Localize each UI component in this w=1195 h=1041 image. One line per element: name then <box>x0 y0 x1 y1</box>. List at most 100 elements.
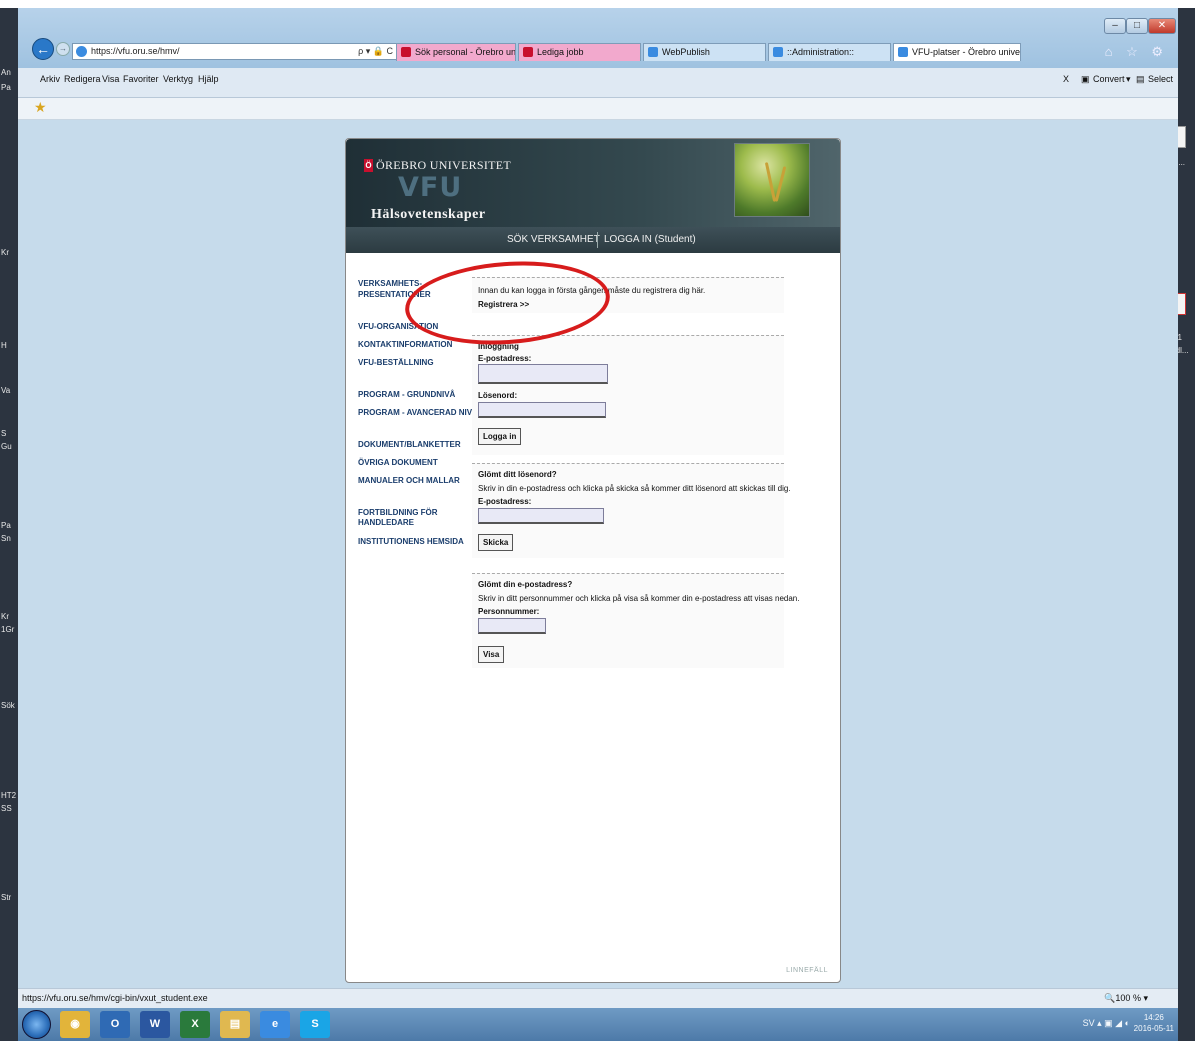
menu-bar: Arkiv Redigera Visa Favoriter Verktyg Hj… <box>18 68 1178 98</box>
back-button[interactable]: ← <box>32 38 54 60</box>
forgot-password-email-input[interactable] <box>478 508 604 524</box>
desktop-left-fragment: SS <box>1 804 12 813</box>
login-button[interactable]: Logga in <box>478 428 522 445</box>
tab-1[interactable]: Lediga jobb <box>518 43 641 61</box>
sidebar-item-dokument-blanketter[interactable]: DOKUMENT/BLANKETTER <box>358 440 461 450</box>
convert-button[interactable]: Convert <box>1093 74 1125 84</box>
tab-3[interactable]: ::Administration:: <box>768 43 891 61</box>
taskbar-word-icon[interactable]: W <box>140 1011 170 1038</box>
personnummer-input[interactable] <box>478 618 546 634</box>
tab-2[interactable]: WebPublish <box>643 43 766 61</box>
menu-hjalp[interactable]: Hjälp <box>198 74 219 84</box>
desktop-left-fragment: Pa <box>1 83 11 92</box>
taskbar-excel-icon[interactable]: X <box>180 1011 210 1038</box>
zoom-icon: 🔍 <box>1104 993 1116 1003</box>
vfu-site: Ö ÖREBRO UNIVERSITET VFU Hälsovetenskape… <box>345 138 841 983</box>
login-panel: Inloggning E-postadress: Lösenord: Logga… <box>472 335 784 455</box>
minimize-button[interactable]: ‒ <box>1104 18 1126 34</box>
tab-label: VFU-platser - Örebro univer... <box>912 47 1021 57</box>
sidebar-item-program-avancerad[interactable]: PROGRAM - AVANCERAD NIVÅ <box>358 408 478 418</box>
sidebar-item-program-grundniva[interactable]: PROGRAM - GRUNDNIVÅ <box>358 390 455 400</box>
tab-4[interactable]: VFU-platser - Örebro univer...× <box>893 43 1021 61</box>
taskbar-explorer-icon[interactable]: ▤ <box>220 1011 250 1038</box>
zoom-dropdown-icon[interactable]: ▾ <box>1143 993 1148 1003</box>
send-button[interactable]: Skicka <box>478 534 514 551</box>
browser-window: ← → https://vfu.oru.se/hmv/ ρ ▾ 🔒 C Sök … <box>18 8 1178 1041</box>
zoom-level[interactable]: 🔍100 % ▾ <box>1104 993 1148 1004</box>
desktop-left-fragment: S <box>1 429 7 438</box>
desktop-left-fragment: An <box>1 68 11 77</box>
forgot-password-text: Skriv in din e-postadress och klicka på … <box>478 484 791 493</box>
site-footer: LINNEFÄLL <box>786 967 828 974</box>
top-navigation: SÖK VERKSAMHET LOGGA IN (Student) <box>346 227 840 253</box>
desktop-left-fragment: Va <box>1 386 11 395</box>
clock[interactable]: 14:26 2016-05-11 <box>1134 1012 1174 1034</box>
login-email-input[interactable] <box>478 364 608 384</box>
clock-date: 2016-05-11 <box>1133 1024 1174 1033</box>
desktop-left-fragment: HT2 <box>1 791 17 800</box>
forgot-password-email-label: E-postadress: <box>478 497 532 506</box>
system-tray[interactable]: SV ▴ ▣ ◢ ◐ <box>1083 1018 1130 1029</box>
start-button[interactable] <box>22 1010 51 1039</box>
home-favorites-settings-icons[interactable]: ⌂ ☆ ⚙ <box>1105 44 1168 60</box>
sidebar-item-vfu-bestallning[interactable]: VFU-BESTÄLLNING <box>358 358 434 368</box>
desktop-left-edge: An Pa Kr H Va S Gu Pa Sn Kr 1Gr Sök HT2 SS Str <box>0 8 18 1041</box>
forgot-email-title: Glömt din e-postadress? <box>478 580 573 589</box>
nav-logga-in-student[interactable]: LOGGA IN (Student) <box>604 234 696 245</box>
menu-verktyg[interactable]: Verktyg <box>163 74 193 84</box>
forward-button[interactable]: → <box>56 42 70 56</box>
menu-favoriter[interactable]: Favoriter <box>123 74 159 84</box>
ie-icon <box>773 47 783 57</box>
status-bar: https://vfu.oru.se/hmv/cgi-bin/vxut_stud… <box>18 988 1178 1008</box>
taskbar-skype-icon[interactable]: S <box>300 1011 330 1038</box>
forgot-email-text: Skriv in ditt personnummer och klicka på… <box>478 594 800 603</box>
favorites-bar: ★ <box>18 98 1178 120</box>
tab-label: Sök personal - Örebro universi... <box>415 47 516 57</box>
address-tools[interactable]: ρ ▾ 🔒 C <box>358 44 393 59</box>
login-email-label: E-postadress: <box>478 354 532 363</box>
convert-close[interactable]: X <box>1063 74 1069 84</box>
sidebar-item-manualer-mallar[interactable]: MANUALER OCH MALLAR <box>358 476 460 486</box>
browser-titlebar: ← → https://vfu.oru.se/hmv/ ρ ▾ 🔒 C Sök … <box>18 8 1178 68</box>
clock-time: 14:26 <box>1143 1013 1164 1022</box>
desktop-left-fragment: Kr <box>1 612 9 621</box>
plant-stem <box>774 166 787 202</box>
favorites-star-icon[interactable]: ★ <box>34 99 47 116</box>
select-button[interactable]: Select <box>1148 74 1173 84</box>
sidebar-item-verksamhets[interactable]: VERKSAMHETS- <box>358 279 422 289</box>
menu-redigera[interactable]: Redigera <box>64 74 101 84</box>
menu-visa[interactable]: Visa <box>102 74 119 84</box>
select-icon: ▤ <box>1136 74 1145 84</box>
page-viewport: Ö ÖREBRO UNIVERSITET VFU Hälsovetenskape… <box>18 120 1178 988</box>
forgot-email-panel: Glömt din e-postadress? Skriv in ditt pe… <box>472 573 799 668</box>
login-password-input[interactable] <box>478 402 606 418</box>
oru-icon <box>401 47 411 57</box>
taskbar-outlook-icon[interactable]: O <box>100 1011 130 1038</box>
maximize-button[interactable]: □ <box>1126 18 1148 34</box>
tab-label: WebPublish <box>662 47 710 57</box>
taskbar-internet-explorer-icon[interactable]: e <box>260 1011 290 1038</box>
nav-sok-verksamhet[interactable]: SÖK VERKSAMHET <box>507 234 600 245</box>
tab-label: ::Administration:: <box>787 47 855 57</box>
tab-0[interactable]: Sök personal - Örebro universi... <box>396 43 516 61</box>
nav-separator <box>597 232 598 248</box>
sidebar-item-fortbildning[interactable]: FORTBILDNING FÖR <box>358 508 438 518</box>
sidebar-item-ovriga-dokument[interactable]: ÖVRIGA DOKUMENT <box>358 458 438 468</box>
tab-label: Lediga jobb <box>537 47 584 57</box>
forgot-password-title: Glömt ditt lösenord? <box>478 470 557 479</box>
ie-icon <box>76 46 87 57</box>
convert-dropdown-icon[interactable]: ▾ <box>1126 74 1131 85</box>
show-button[interactable]: Visa <box>478 646 505 663</box>
close-window-button[interactable]: ✕ <box>1148 18 1176 34</box>
taskbar-chrome-icon[interactable]: ◉ <box>60 1011 90 1038</box>
department-name: Hälsovetenskaper <box>371 207 486 222</box>
desktop-left-fragment: Pa <box>1 521 11 530</box>
sidebar-item-institutionens-hemsida[interactable]: INSTITUTIONENS HEMSIDA <box>358 537 464 547</box>
ie-icon <box>898 47 908 57</box>
desktop-left-fragment: H <box>1 341 7 350</box>
desktop-left-fragment: 1Gr <box>1 625 15 634</box>
address-bar[interactable]: https://vfu.oru.se/hmv/ ρ ▾ 🔒 C <box>72 43 398 60</box>
sidebar-item-kontaktinformation[interactable]: KONTAKTINFORMATION <box>358 340 452 350</box>
menu-arkiv[interactable]: Arkiv <box>40 74 60 84</box>
sidebar-item-handledare[interactable]: HANDLEDARE <box>358 518 414 528</box>
